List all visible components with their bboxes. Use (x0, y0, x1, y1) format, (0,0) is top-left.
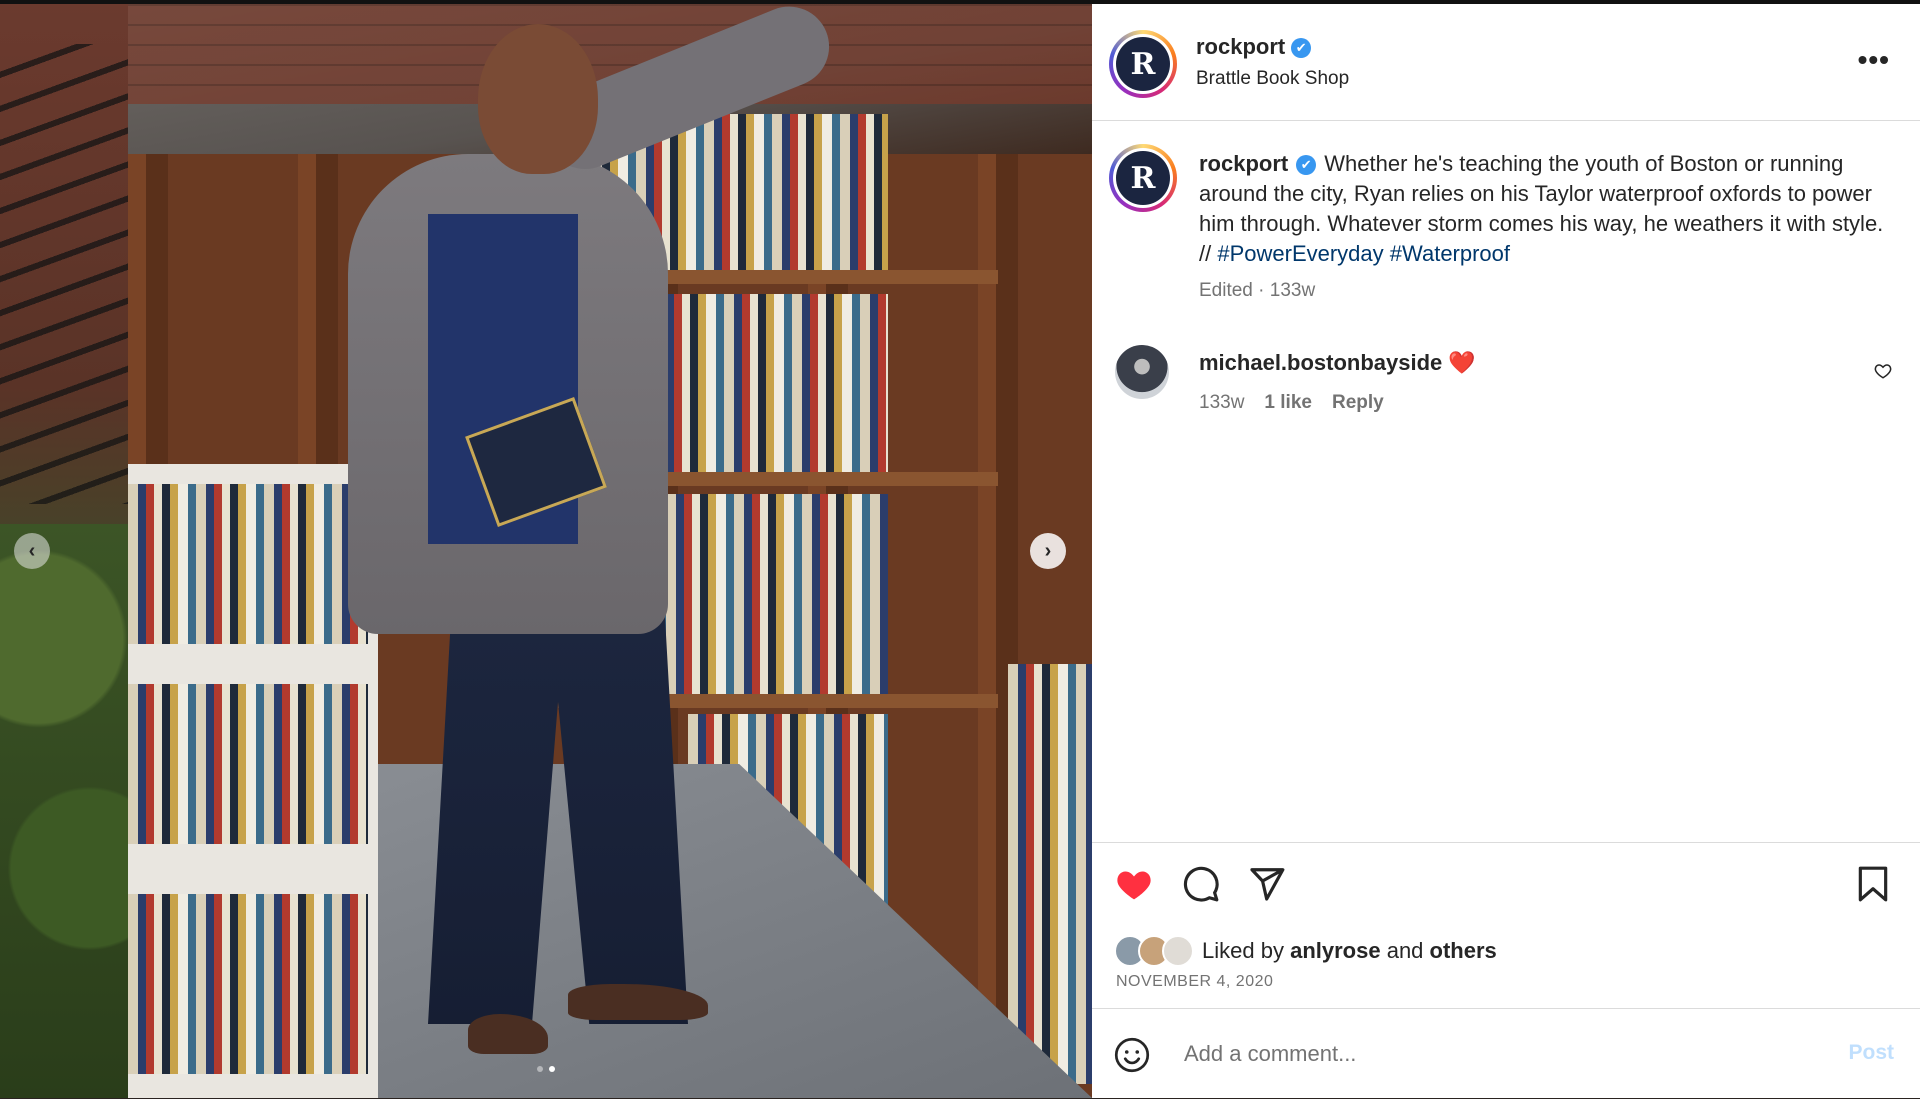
heart-emoji-icon: ❤️ (1448, 350, 1476, 375)
account-username[interactable]: rockport (1196, 34, 1285, 59)
carousel-dot (537, 1066, 543, 1072)
comment-input[interactable] (1182, 1033, 1786, 1075)
book-cart (128, 464, 378, 1098)
post-header: R rockport ✔ Brattle Book Shop ••• (1092, 4, 1920, 121)
liked-by-and: and (1386, 938, 1424, 963)
ivy-wall (0, 524, 128, 1098)
post-date: NOVEMBER 4, 2020 (1116, 973, 1274, 990)
comment-icon[interactable] (1182, 865, 1220, 908)
hashtag-link[interactable]: #Waterproof (1390, 241, 1510, 266)
verified-badge-icon: ✔ (1291, 38, 1312, 58)
carousel-prev-button[interactable]: ‹ (14, 533, 50, 569)
bookmark-icon[interactable] (1856, 865, 1890, 908)
comment-composer: Post (1092, 1008, 1920, 1099)
carousel-dot-active (549, 1066, 555, 1072)
post-media: ‹ › (0, 4, 1092, 1098)
books-right (1008, 664, 1092, 1084)
post-caption: rockport ✔ Whether he's teaching the youth… (1199, 149, 1889, 269)
rockport-logo: R (1116, 37, 1170, 91)
fire-escape (0, 44, 128, 504)
caption-username[interactable]: rockport (1199, 151, 1288, 176)
liked-by-summary: Liked by anlyrose and others (1114, 935, 1497, 967)
comment-like-heart-icon[interactable] (1874, 362, 1892, 385)
commenter-avatar[interactable] (1115, 345, 1169, 399)
comment-reply-button[interactable]: Reply (1332, 392, 1384, 414)
liked-by-others-link[interactable]: others (1430, 938, 1497, 964)
comment-time: 133w (1199, 392, 1245, 413)
liker-avatar (1162, 935, 1194, 967)
post-actions: Liked by anlyrose and others NOVEMBER 4,… (1092, 842, 1920, 1009)
comment: michael.bostonbayside ❤️ (1199, 350, 1476, 376)
liker-avatars[interactable] (1114, 935, 1194, 967)
commenter-username[interactable]: michael.bostonbayside (1199, 350, 1442, 375)
caption-meta: Edited · 133w (1199, 280, 1316, 301)
verified-badge-icon: ✔ (1296, 155, 1317, 175)
send-icon[interactable] (1248, 865, 1286, 908)
caption-avatar[interactable]: R (1109, 144, 1177, 212)
person-head (478, 24, 598, 174)
account-avatar[interactable]: R (1109, 30, 1177, 98)
carousel-dots (0, 1066, 1092, 1072)
carousel-next-button[interactable]: › (1030, 533, 1066, 569)
liked-by-prefix: Liked by (1202, 938, 1284, 963)
heart-icon[interactable] (1114, 865, 1154, 906)
post-photo (128, 4, 1092, 1098)
liked-by-user[interactable]: anlyrose (1290, 938, 1381, 964)
post-comment-button[interactable]: Post (1848, 1041, 1894, 1065)
post-side-panel: R rockport ✔ Brattle Book Shop ••• R rock… (1092, 4, 1920, 1098)
post-location[interactable]: Brattle Book Shop (1196, 68, 1349, 90)
more-options-button[interactable]: ••• (1858, 44, 1890, 76)
hashtag-link[interactable]: #PowerEveryday (1217, 241, 1383, 266)
comment-meta: 133w 1 like Reply (1199, 392, 1384, 414)
comment-likes-link[interactable]: 1 like (1264, 392, 1312, 414)
rockport-logo: R (1116, 151, 1170, 205)
smiley-icon[interactable] (1114, 1037, 1150, 1078)
